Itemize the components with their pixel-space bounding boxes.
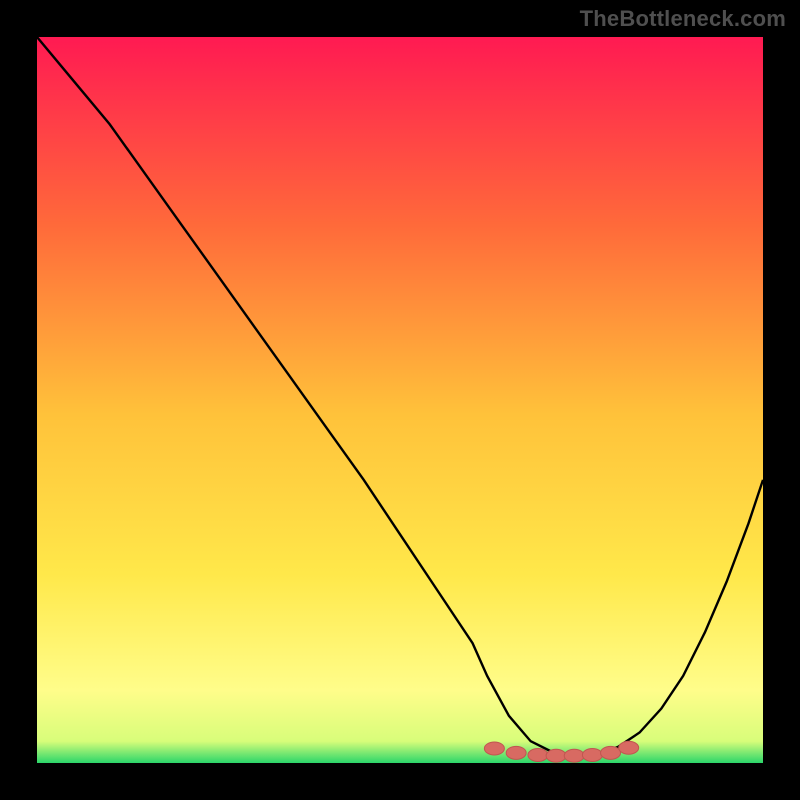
minimum-dot — [582, 749, 602, 762]
minimum-dot — [601, 746, 621, 759]
minimum-dot — [528, 749, 548, 762]
minimum-dot — [619, 741, 639, 754]
minimum-dot — [484, 742, 504, 755]
minimum-dot — [546, 749, 566, 762]
minimum-dot — [506, 746, 526, 759]
chart-frame: TheBottleneck.com — [0, 0, 800, 800]
plot-area — [37, 37, 763, 763]
plot-svg — [37, 37, 763, 763]
minimum-dot — [564, 749, 584, 762]
gradient-background — [37, 37, 763, 763]
watermark-text: TheBottleneck.com — [580, 6, 786, 32]
